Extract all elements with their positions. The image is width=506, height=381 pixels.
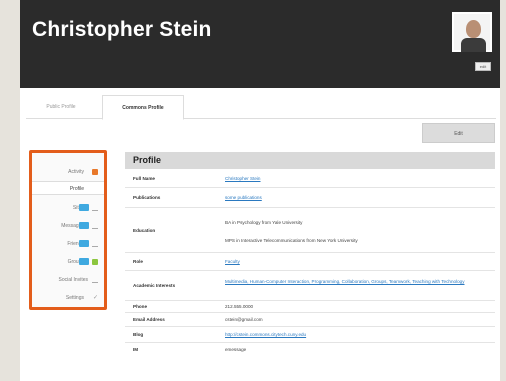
avatar[interactable] xyxy=(452,12,492,52)
sidebar-item-label: Activity xyxy=(68,169,84,175)
field-value-link[interactable]: Faculty xyxy=(225,259,485,264)
friends-badge xyxy=(79,240,89,247)
settings-icon: ✓ xyxy=(92,295,98,301)
field-row: Full Name Christopher Stein xyxy=(125,170,495,188)
field-row: Education BA in Psychology from Yale Uni… xyxy=(125,208,495,253)
field-value: MPS in Interactive Telecommunications fr… xyxy=(225,238,358,243)
activity-icon xyxy=(92,169,98,175)
sidebar-item-settings[interactable]: Settings ✓ xyxy=(32,291,104,305)
field-value: 212.555.0000 xyxy=(225,304,254,309)
sidebar-item-messages[interactable]: Messages xyxy=(32,219,104,233)
field-key: IM xyxy=(133,347,139,352)
field-value-link[interactable]: some publications xyxy=(225,195,485,200)
field-key: Publications xyxy=(133,195,161,200)
avatar-head xyxy=(466,20,481,38)
field-key: Blog xyxy=(133,332,144,337)
field-value: emessage xyxy=(225,347,247,352)
field-key: Full Name xyxy=(133,176,155,181)
profile-name: Christopher Stein xyxy=(32,18,212,41)
field-row: Role Faculty xyxy=(125,253,495,271)
sites-icon xyxy=(92,205,98,211)
field-value-link[interactable]: Christopher Stein xyxy=(225,176,485,181)
field-row: Academic Interests Multimedia, Human-Com… xyxy=(125,271,495,301)
field-row: IM emessage xyxy=(125,343,495,357)
section-title: Profile xyxy=(125,152,495,169)
field-row: Blog http://cstein.commons.citytech.cuny… xyxy=(125,327,495,343)
field-row: Publications some publications xyxy=(125,188,495,208)
groups-badge xyxy=(79,258,89,265)
field-value: BA in Psychology from Yale University xyxy=(225,220,303,225)
field-row: Email Address cstein@gmail.com xyxy=(125,313,495,327)
field-value-link[interactable]: http://cstein.commons.citytech.cuny.edu xyxy=(225,332,485,337)
sidebar-item-label: Profile xyxy=(69,186,84,192)
field-key: Phone xyxy=(133,304,148,309)
invites-icon xyxy=(92,277,98,283)
field-key: Role xyxy=(133,259,143,264)
sidebar-item-activity[interactable]: Activity xyxy=(32,165,104,179)
edit-photo-button[interactable]: edit xyxy=(475,62,491,71)
messages-badge xyxy=(79,222,89,229)
sidebar-item-groups[interactable]: Groups xyxy=(32,255,104,269)
friends-icon xyxy=(92,241,98,247)
sidebar-item-social-invites[interactable]: Social Invites xyxy=(32,273,104,287)
field-value-link[interactable]: Multimedia, Human-Computer Interaction, … xyxy=(225,278,485,286)
field-key: Email Address xyxy=(133,317,165,322)
sidebar-item-label: Social Invites xyxy=(58,277,88,283)
sidebar-item-sites[interactable]: Sites xyxy=(32,201,104,215)
sidebar-item-profile[interactable]: Profile xyxy=(32,181,104,195)
edit-button[interactable]: Edit xyxy=(422,123,495,143)
profile-fields: Full Name Christopher Stein Publications… xyxy=(125,170,495,357)
sidebar-item-label: Settings xyxy=(65,295,84,301)
page: Christopher Stein edit Public Profile Co… xyxy=(20,0,500,381)
sidebar-nav: Activity Profile Sites Messages Friends … xyxy=(29,150,107,310)
field-row: Phone 212.555.0000 xyxy=(125,301,495,313)
field-key: Academic Interests xyxy=(133,283,176,288)
avatar-body xyxy=(461,38,486,52)
tab-public-profile[interactable]: Public Profile xyxy=(26,95,96,119)
field-key: Education xyxy=(133,228,156,233)
profile-tabs: Public Profile Commons Profile xyxy=(26,95,496,120)
messages-icon xyxy=(92,223,98,229)
sites-badge xyxy=(79,204,89,211)
sidebar-item-friends[interactable]: Friends xyxy=(32,237,104,251)
tab-commons-profile[interactable]: Commons Profile xyxy=(102,95,184,120)
groups-icon xyxy=(92,259,98,265)
field-value: cstein@gmail.com xyxy=(225,317,263,322)
profile-header: Christopher Stein edit xyxy=(20,0,500,88)
